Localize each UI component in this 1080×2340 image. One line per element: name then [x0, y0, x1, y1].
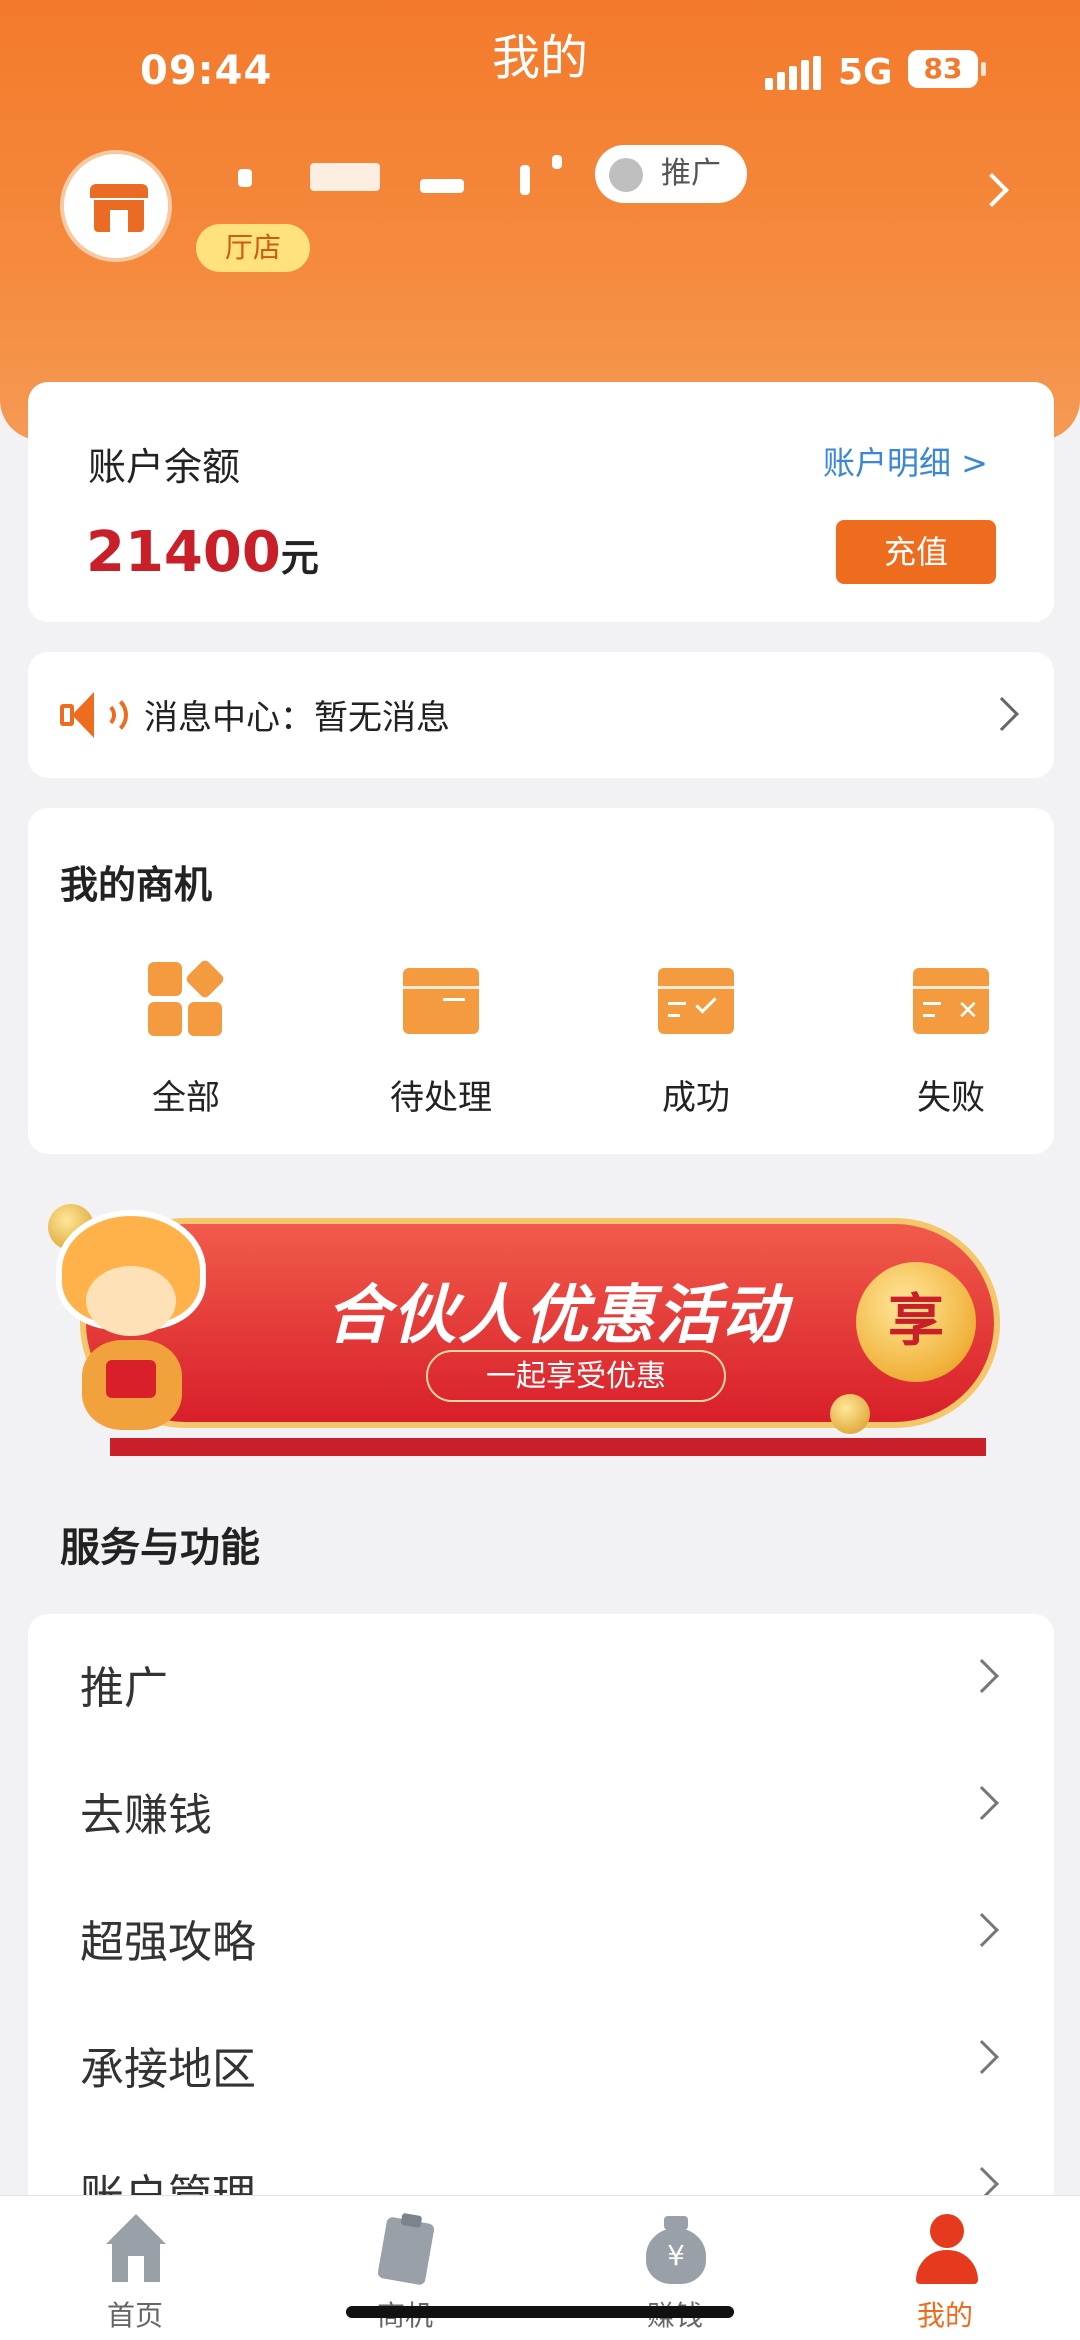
banner-badge: 享	[856, 1262, 976, 1382]
chevron-right-icon	[985, 697, 1019, 731]
service-label: 去赚钱	[80, 1790, 212, 1841]
service-item-promote[interactable]: 推广	[28, 1614, 1054, 1741]
chevron-right-icon	[965, 1659, 999, 1693]
toggle-dot-icon	[609, 158, 643, 192]
tab-label: 首页	[106, 2299, 163, 2332]
service-item-earn[interactable]: 去赚钱	[28, 1741, 1054, 1868]
balance-label: 账户余额	[88, 445, 241, 489]
bottom-tab-bar: 首页 商机 ¥ 赚钱 我的	[0, 2195, 1080, 2340]
services-title: 服务与功能	[60, 1525, 260, 1571]
balance-unit: 元	[280, 536, 319, 580]
page-title: 我的	[491, 30, 588, 86]
speaker-icon	[58, 690, 128, 740]
banner-subline: 一起享受优惠	[426, 1350, 726, 1402]
blurred-username	[230, 155, 570, 215]
business-item-label: 待处理	[390, 1078, 492, 1118]
banner-headline: 合伙人优惠活动	[326, 1279, 788, 1353]
box-check-icon	[658, 962, 734, 1038]
chevron-right-icon[interactable]	[975, 173, 1009, 207]
store-type-tag: 厅店	[196, 224, 310, 272]
box-x-icon: ✕	[913, 962, 989, 1038]
service-item-guide[interactable]: 超强攻略	[28, 1868, 1054, 1995]
business-item-label: 全部	[152, 1078, 220, 1118]
person-icon	[910, 2214, 980, 2286]
service-label: 超强攻略	[80, 1917, 256, 1968]
tab-label: 我的	[916, 2299, 973, 2332]
lion-mascot	[46, 1200, 226, 1440]
tab-me[interactable]: 我的	[855, 2210, 1035, 2332]
tab-home[interactable]: 首页	[45, 2210, 225, 2332]
chevron-right-icon	[965, 2040, 999, 2074]
business-failed[interactable]: ✕ 失败	[861, 962, 1041, 1132]
service-label: 承接地区	[80, 2044, 256, 2095]
business-success[interactable]: 成功	[606, 962, 786, 1132]
profile-header: 09:44 5G 83 我的 推广 厅店	[0, 0, 1080, 440]
balance-value: 21400	[86, 520, 281, 585]
home-icon	[100, 2214, 170, 2286]
service-label: 推广	[80, 1663, 168, 1714]
business-all[interactable]: 全部	[96, 958, 276, 1132]
service-item-region[interactable]: 承接地区	[28, 1995, 1054, 2122]
chevron-right-icon	[965, 1913, 999, 1947]
promo-pill-label: 推广	[661, 156, 721, 191]
chevron-right-icon	[965, 1786, 999, 1820]
box-icon	[403, 962, 479, 1038]
balance-amount: 21400元	[86, 520, 319, 585]
gold-coin-decoration	[830, 1394, 870, 1434]
partner-promo-banner[interactable]: 合伙人优惠活动 一起享受优惠 享	[56, 1210, 1000, 1456]
home-indicator	[346, 2306, 734, 2318]
store-icon	[90, 184, 148, 232]
balance-card: 账户余额 账户明细 > 21400元 充值	[28, 382, 1054, 622]
business-pending[interactable]: 待处理	[351, 962, 531, 1132]
recharge-button[interactable]: 充值	[836, 520, 996, 584]
business-title: 我的商机	[60, 863, 213, 907]
money-bag-icon: ¥	[640, 2214, 710, 2286]
message-center[interactable]: 消息中心：暂无消息	[28, 652, 1054, 778]
promo-toggle[interactable]: 推广	[595, 145, 747, 203]
grid-icon	[148, 958, 226, 1038]
business-item-label: 失败	[917, 1078, 985, 1118]
message-text: 消息中心：暂无消息	[144, 698, 450, 738]
avatar[interactable]	[60, 150, 172, 262]
clipboard-icon	[370, 2214, 440, 2286]
my-business-card: 我的商机 全部 待处理 成功 ✕ 失败	[28, 808, 1054, 1154]
banner-base	[110, 1438, 986, 1456]
business-item-label: 成功	[662, 1078, 730, 1118]
account-detail-link[interactable]: 账户明细 >	[823, 438, 988, 484]
